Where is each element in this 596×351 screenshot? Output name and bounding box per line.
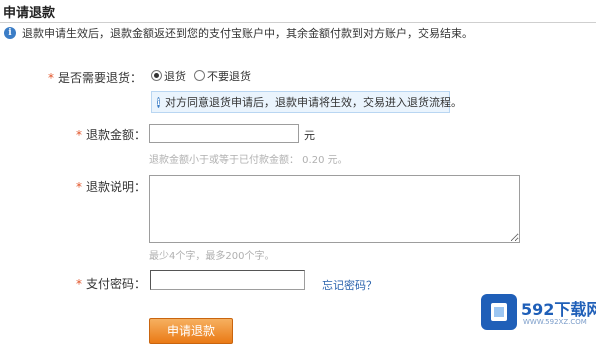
- pay-password-input[interactable]: [150, 270, 305, 290]
- refund-description-textarea[interactable]: [149, 175, 520, 243]
- watermark-title: 592下载网: [521, 300, 596, 319]
- refund-notice: i 退款申请生效后，退款金额返还到您的支付宝账户中，其余金额付款到对方账户，交易…: [0, 26, 473, 40]
- refund-description-label: * 退款说明：: [76, 180, 147, 194]
- currency-unit: 元: [304, 129, 315, 142]
- pay-password-label: * 支付密码：: [76, 277, 147, 291]
- refund-description-hint: 最少4个字，最多200个字。: [149, 251, 275, 262]
- header-divider: [0, 22, 596, 23]
- return-goods-tip-text: 对方同意退货申请后，退款申请将生效，交易进入退货流程。: [165, 96, 463, 109]
- return-goods-label: * 是否需要退货：: [48, 71, 143, 85]
- refund-notice-text: 退款申请生效后，退款金额返还到您的支付宝账户中，其余金额付款到对方账户，交易结束…: [22, 27, 473, 40]
- watermark-url: WWW.592XZ.COM: [523, 318, 587, 326]
- info-icon: i: [4, 27, 16, 39]
- radio-return-goods[interactable]: 退货: [151, 68, 186, 84]
- page-header: 申请退款: [0, 0, 596, 23]
- radio-no-return-goods[interactable]: 不要退货: [194, 68, 251, 84]
- radio-button[interactable]: [194, 70, 205, 81]
- submit-refund-button[interactable]: 申请退款: [149, 318, 233, 344]
- cube-logo-icon: [481, 294, 517, 330]
- info-icon: i: [157, 96, 161, 108]
- refund-amount-input[interactable]: [149, 124, 299, 143]
- refund-amount-label: * 退款金额：: [76, 128, 147, 142]
- return-goods-radio-group: 退货 不要退货: [151, 68, 311, 84]
- forgot-password-link[interactable]: 忘记密码？: [322, 277, 377, 293]
- required-mark: *: [76, 180, 82, 194]
- required-mark: *: [76, 128, 82, 142]
- page-title: 申请退款: [3, 6, 56, 21]
- required-mark: *: [48, 71, 54, 85]
- site-watermark: 592下载网 WWW.592XZ.COM: [481, 292, 596, 334]
- radio-button-checked[interactable]: [151, 70, 162, 81]
- return-goods-tip: i 对方同意退货申请后，退款申请将生效，交易进入退货流程。: [151, 91, 462, 113]
- required-mark: *: [76, 277, 82, 291]
- refund-amount-hint: 退款金额小于或等于已付款金额： 0.20 元。: [149, 155, 348, 166]
